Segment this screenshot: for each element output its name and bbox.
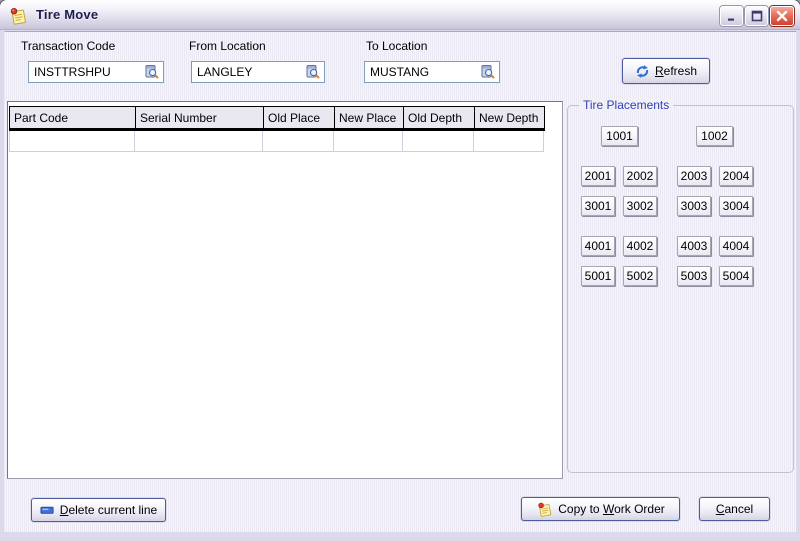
tire-position-5003[interactable]: 5003 [677,266,711,286]
cancel-button[interactable]: Cancel [699,497,770,521]
maximize-icon [751,10,762,22]
tire-position-5001[interactable]: 5001 [581,266,615,286]
tire-placements-groupbox: Tire Placements 1001 1002 2001 2002 2003… [567,98,794,473]
lookup-icon [481,65,495,79]
tire-position-4002[interactable]: 4002 [623,236,657,256]
delete-current-line-button[interactable]: Delete current line [31,498,166,522]
label-post: ork Order [614,502,665,516]
close-icon [776,10,788,22]
tire-position-2001[interactable]: 2001 [581,166,615,186]
tire-position-3003[interactable]: 3003 [677,196,711,216]
tire-move-grid[interactable]: Part Code Serial Number Old Place New Pl… [7,101,563,479]
titlebar: Tire Move [0,0,800,30]
row-icon [40,506,54,514]
tire-position-4003[interactable]: 4003 [677,236,711,256]
tire-position-2003[interactable]: 2003 [677,166,711,186]
window-title: Tire Move [36,7,99,22]
column-header-new-depth: New Depth [474,106,545,129]
copy-to-work-order-button[interactable]: Copy to Work Order [521,497,680,521]
empty-grid-row[interactable] [9,131,544,152]
label-accel: W [602,502,615,516]
label-pre: Copy to [558,502,603,516]
from-location-lookup-button[interactable] [304,64,322,80]
tire-position-5004[interactable]: 5004 [719,266,753,286]
column-header-old-place: Old Place [263,106,335,129]
tire-position-5002[interactable]: 5002 [623,266,657,286]
copy-button-label: Copy to Work Order [558,502,665,516]
label-post: efresh [663,64,698,78]
refresh-icon [636,64,649,78]
label-accel: R [654,64,664,78]
label-post: elete current line [68,503,158,517]
tire-position-2004[interactable]: 2004 [719,166,753,186]
tire-position-3004[interactable]: 3004 [719,196,753,216]
grid-cell[interactable] [135,131,263,152]
from-location-input[interactable] [193,63,303,81]
tire-position-1001[interactable]: 1001 [601,126,638,146]
transaction-code-input[interactable] [30,63,142,81]
tire-position-1002[interactable]: 1002 [696,126,733,146]
label-post: ancel [724,502,754,516]
tire-position-2002[interactable]: 2002 [623,166,657,186]
lookup-icon [306,65,320,79]
column-header-serial-number: Serial Number [135,106,264,129]
from-location-field-box [191,61,325,83]
from-location-label: From Location [189,39,266,53]
tire-position-3001[interactable]: 3001 [581,196,615,216]
grid-header-row: Part Code Serial Number Old Place New Pl… [9,106,545,131]
to-location-field-box [364,61,500,83]
grid-cell[interactable] [334,131,403,152]
column-header-part-code: Part Code [9,106,136,129]
column-header-new-place: New Place [334,106,404,129]
tire-position-3002[interactable]: 3002 [623,196,657,216]
refresh-button[interactable]: Refresh [622,58,710,84]
tire-move-window: Tire Move Transaction Code From Location… [0,0,800,541]
maximize-button[interactable] [745,6,768,26]
to-location-input[interactable] [366,63,478,81]
note-icon [538,502,552,517]
transaction-code-lookup-button[interactable] [143,64,161,80]
refresh-button-label: Refresh [655,64,697,78]
cancel-button-label: Cancel [716,502,753,516]
grid-cell[interactable] [403,131,474,152]
column-header-old-depth: Old Depth [403,106,475,129]
tire-placements-title: Tire Placements [579,98,674,112]
tire-position-4001[interactable]: 4001 [581,236,615,256]
delete-button-label: Delete current line [60,503,157,517]
close-button[interactable] [770,6,794,26]
dialog-body: Transaction Code From Location To Locati… [4,31,796,532]
note-icon [10,7,26,25]
tire-position-4004[interactable]: 4004 [719,236,753,256]
to-location-label: To Location [366,39,428,53]
grid-cell[interactable] [474,131,544,152]
transaction-code-label: Transaction Code [21,39,116,53]
minimize-button[interactable] [720,6,743,26]
grid-cell[interactable] [9,131,135,152]
to-location-lookup-button[interactable] [479,64,497,80]
minimize-icon [727,18,734,21]
lookup-icon [145,65,159,79]
transaction-code-field-box [28,61,164,83]
grid-cell[interactable] [263,131,334,152]
